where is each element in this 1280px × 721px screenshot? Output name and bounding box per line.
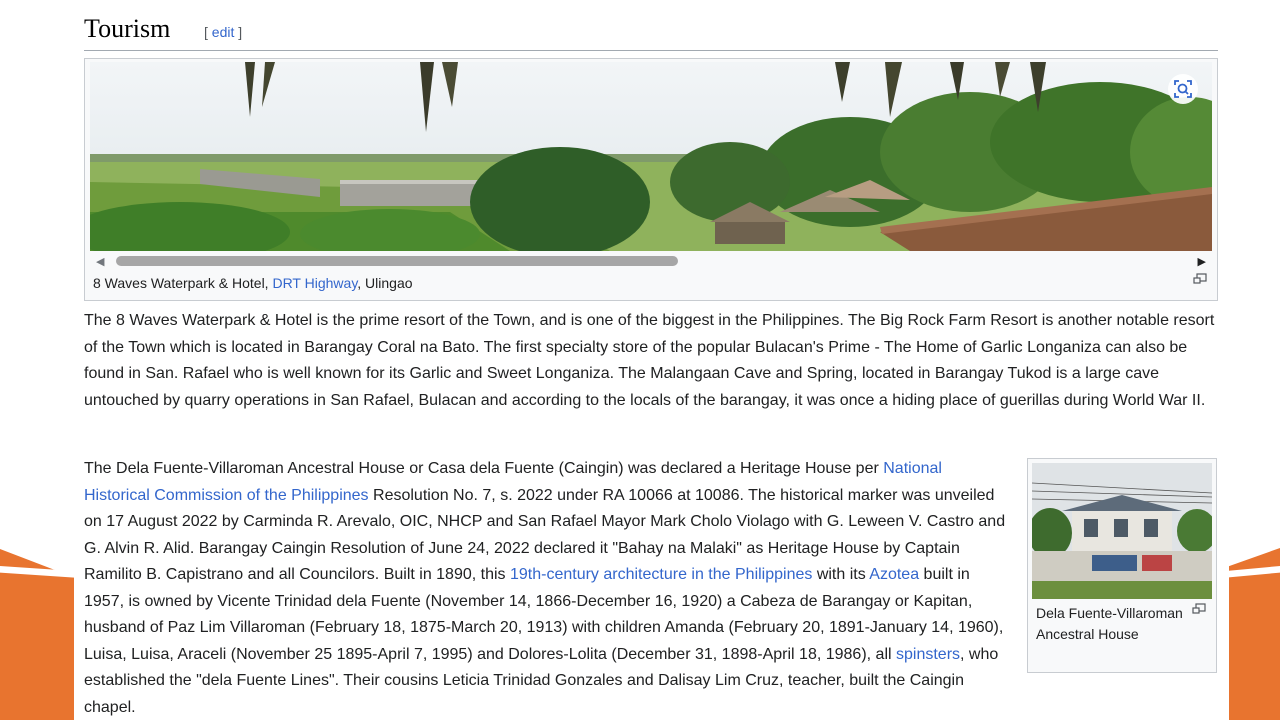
- p2-text-1: The Dela Fuente-Villaroman Ancestral Hou…: [84, 460, 884, 477]
- zoom-button[interactable]: [1168, 74, 1198, 104]
- link-azotea[interactable]: Azotea: [869, 566, 919, 583]
- panorama-scrollbar[interactable]: ◀ ▶: [90, 253, 1212, 269]
- section-title: Tourism: [84, 14, 171, 43]
- expand-icon[interactable]: [1193, 273, 1207, 285]
- scroll-thumb[interactable]: [116, 256, 678, 266]
- expand-icon[interactable]: [1192, 603, 1206, 615]
- ancestral-house-image[interactable]: [1032, 463, 1212, 599]
- scroll-left-arrow-icon[interactable]: ◀: [96, 255, 104, 268]
- caption-text-prefix: 8 Waves Waterpark & Hotel,: [93, 275, 273, 291]
- scroll-right-arrow-icon[interactable]: ▶: [1198, 255, 1206, 268]
- panorama-gallery: ◀ ▶ 8 Waves Waterpark & Hotel, DRT Highw…: [84, 58, 1218, 301]
- panorama-image[interactable]: [90, 62, 1212, 251]
- section-heading-row: Tourism [ edit ]: [84, 12, 1218, 51]
- p2-text-3: with its: [812, 566, 870, 583]
- tourism-paragraph-1: The 8 Waves Waterpark & Hotel is the pri…: [84, 312, 1215, 409]
- thumbnail-caption: Dela Fuente-Villaroman Ancestral House: [1036, 605, 1183, 642]
- caption-text-suffix: , Ulingao: [357, 275, 413, 291]
- link-19th-century-architecture[interactable]: 19th-century architecture in the Philipp…: [510, 566, 812, 583]
- article-page: Tourism [ edit ] ◀ ▶ 8 Waves Waterpark &…: [74, 0, 1229, 720]
- tourism-paragraph-2: The Dela Fuente-Villaroman Ancestral Hou…: [84, 456, 1009, 721]
- panorama-caption: 8 Waves Waterpark & Hotel, DRT Highway, …: [93, 275, 413, 291]
- link-spinsters[interactable]: spinsters: [896, 646, 960, 663]
- edit-link[interactable]: edit: [212, 24, 235, 40]
- zoom-icon: [1174, 80, 1192, 98]
- edit-section: [ edit ]: [204, 24, 243, 40]
- caption-link-drt-highway[interactable]: DRT Highway: [272, 275, 357, 291]
- ancestral-house-thumbnail: Dela Fuente-Villaroman Ancestral House: [1027, 458, 1217, 673]
